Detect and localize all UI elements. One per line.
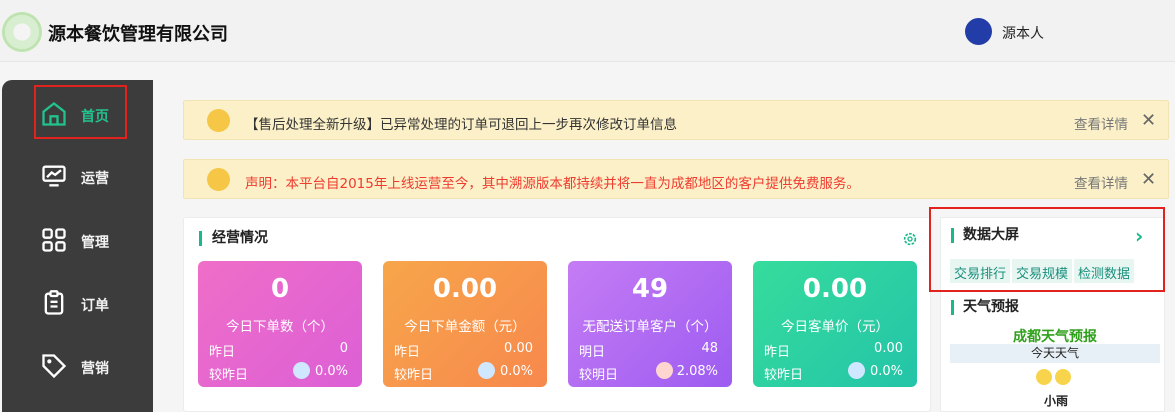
compare-value: 0.00 (504, 341, 533, 356)
compare-label: 昨日 (209, 345, 236, 360)
weather-rain-icon (1055, 369, 1071, 385)
trend-up-icon (656, 362, 673, 379)
tag-inspection-data[interactable]: 检测数据 (1074, 259, 1135, 283)
trend-flat-icon (478, 362, 495, 379)
sidebar-item-home[interactable]: 首页 (2, 88, 153, 144)
panel-title: 经营情况 (199, 231, 268, 246)
stat-value: 0.00 (432, 274, 498, 304)
trend-flat-icon (848, 362, 865, 379)
stat-label: 无配送订单客户（个） (582, 319, 718, 335)
stat-label: 今日下单数（个） (226, 319, 334, 335)
top-bar: 源本餐饮管理有限公司 源本人 (0, 0, 1175, 62)
compare-value: 48 (701, 341, 718, 356)
notice-banner-statement: 声明：本平台自2015年上线运营至今，其中溯源版本都持续并将一直为成都地区的客户… (183, 159, 1169, 199)
sidebar-item-marketing[interactable]: 营销 (2, 340, 153, 396)
weather-title: 天气预报 (951, 300, 1019, 315)
stat-value: 0.00 (802, 274, 868, 304)
sidebar-item-label: 运营 (81, 171, 109, 187)
change-value: 0.0% (499, 364, 533, 379)
user-avatar[interactable] (965, 18, 992, 45)
weather-today: 今天天气 (950, 344, 1160, 363)
chevron-right-icon[interactable]: › (1135, 224, 1143, 248)
trend-flat-icon (293, 362, 310, 379)
sidebar-item-label: 订单 (81, 298, 109, 314)
compare-label: 昨日 (764, 345, 791, 360)
change-label: 较昨日 (764, 368, 804, 383)
company-name: 源本餐饮管理有限公司 (48, 24, 228, 45)
close-icon[interactable]: ✕ (1141, 110, 1156, 131)
compare-value: 0 (339, 341, 348, 356)
speaker-icon (207, 109, 230, 132)
change-value: 0.0% (869, 364, 903, 379)
sidebar-item-operations[interactable]: 运营 (2, 150, 153, 206)
weather-rain-icon (1036, 369, 1052, 385)
compare-label: 昨日 (394, 345, 421, 360)
stat-card-amount[interactable]: 0.00 今日下单金额（元） 昨日 0.00 较昨日 0.0% (383, 261, 547, 387)
sidebar-item-label: 管理 (81, 235, 109, 251)
user-name[interactable]: 源本人 (1002, 23, 1044, 43)
view-details-link[interactable]: 查看详情 (1074, 113, 1128, 133)
stat-label: 今日客单价（元） (781, 319, 889, 335)
business-overview-panel: 经营情况 0 今日下单数（个） 昨日 0 较昨日 0.0% 0.00 今日下单金… (183, 217, 931, 412)
weather-city: 成都天气预报 (1013, 329, 1097, 345)
weather-description: 小雨 (1044, 394, 1069, 408)
sidebar-item-orders[interactable]: 订单 (2, 277, 153, 333)
sidebar-item-management[interactable]: 管理 (2, 214, 153, 270)
change-label: 较昨日 (209, 368, 249, 383)
sidebar-item-label: 营销 (81, 361, 109, 377)
change-label: 较昨日 (394, 368, 434, 383)
stat-value: 49 (631, 274, 669, 304)
tag-trade-ranking[interactable]: 交易排行 (950, 259, 1011, 283)
monitor-chart-icon (42, 165, 66, 187)
close-icon[interactable]: ✕ (1141, 169, 1156, 190)
stat-label: 今日下单金额（元） (404, 319, 526, 335)
notice-text: 【售后处理全新升级】已异常处理的订单可退回上一步再次修改订单信息 (245, 117, 677, 133)
stat-value: 0 (270, 274, 290, 304)
notice-banner-upgrade: 【售后处理全新升级】已异常处理的订单可退回上一步再次修改订单信息 查看详情 ✕ (183, 100, 1169, 140)
sidebar-item-label: 首页 (81, 109, 109, 125)
notice-text: 声明：本平台自2015年上线运营至今，其中溯源版本都持续并将一直为成都地区的客户… (245, 176, 860, 192)
gear-icon[interactable] (902, 231, 918, 247)
company-logo (2, 12, 42, 52)
change-value: 0.0% (314, 364, 348, 379)
view-details-link[interactable]: 查看详情 (1074, 172, 1128, 192)
compare-value: 0.00 (874, 341, 903, 356)
compare-label: 明日 (579, 345, 606, 360)
stat-card-avg-price[interactable]: 0.00 今日客单价（元） 昨日 0.00 较昨日 0.0% (753, 261, 917, 387)
stat-card-orders[interactable]: 0 今日下单数（个） 昨日 0 较昨日 0.0% (198, 261, 362, 387)
change-label: 较明日 (579, 368, 619, 383)
speaker-icon (207, 168, 230, 191)
change-value: 2.08% (676, 364, 718, 379)
home-icon (42, 102, 66, 126)
tag-trade-scale[interactable]: 交易规模 (1012, 259, 1073, 283)
clipboard-icon (44, 290, 64, 315)
stat-card-customers[interactable]: 49 无配送订单客户（个） 明日 48 较明日 2.08% (568, 261, 732, 387)
grid-icon (42, 228, 66, 252)
tag-icon (42, 354, 67, 379)
data-screen-title[interactable]: 数据大屏 (951, 228, 1019, 243)
sidebar: 首页 运营 管理 订单 营销 (2, 80, 153, 412)
